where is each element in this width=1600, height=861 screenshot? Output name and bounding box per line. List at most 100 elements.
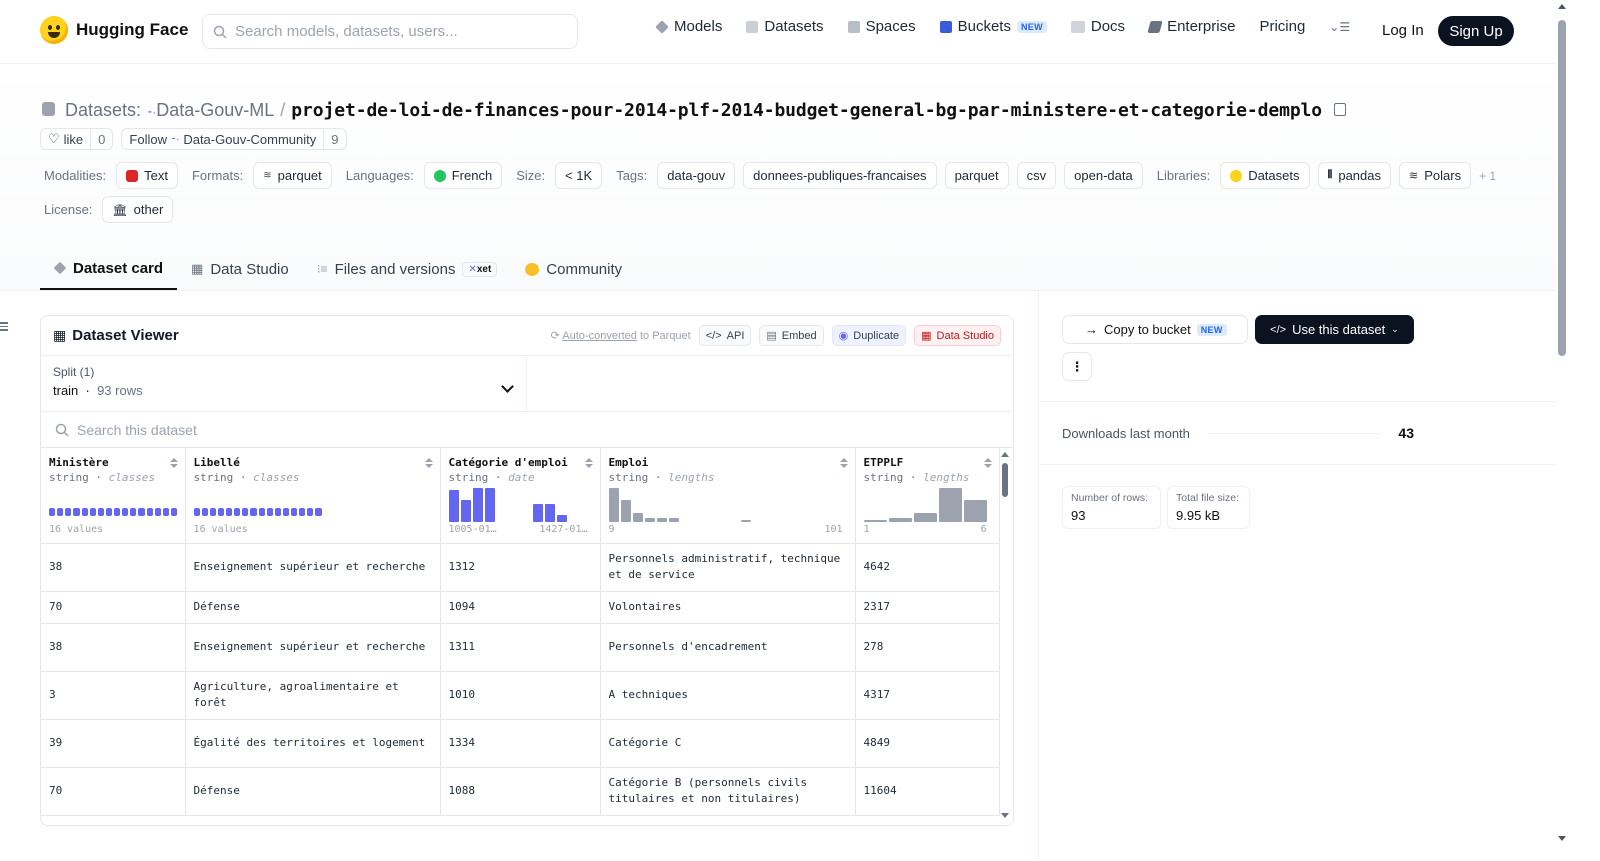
table-cell[interactable]: 1334	[440, 719, 601, 768]
table-cell[interactable]: 39	[41, 719, 186, 768]
global-search-input[interactable]	[235, 23, 555, 40]
table-row[interactable]: 70 Défense 1088 Catégorie B (personnels civ…	[41, 767, 1000, 816]
histogram-bin[interactable]	[448, 489, 459, 522]
license-chip[interactable]: 🏛 other	[102, 196, 174, 223]
histogram-bin[interactable]	[888, 518, 912, 522]
table-cell[interactable]: 38	[41, 623, 186, 672]
table-cell[interactable]: 1311	[440, 623, 601, 672]
scroll-thumb[interactable]	[1002, 463, 1008, 497]
split-selector[interactable]: Split (1) train · 93 rows	[41, 356, 527, 411]
class-segment[interactable]	[250, 508, 257, 516]
org-link[interactable]: ⁃·Data-Gouv-ML	[147, 100, 274, 121]
histogram-bin[interactable]	[556, 514, 567, 522]
class-segment[interactable]	[209, 508, 216, 516]
sort-icon[interactable]	[585, 458, 593, 468]
more-options-button[interactable]: ⋮	[1062, 352, 1092, 381]
class-segment[interactable]	[122, 508, 129, 516]
histogram-bin[interactable]	[472, 487, 483, 522]
class-segment[interactable]	[105, 508, 112, 516]
table-cell[interactable]: Défense	[185, 767, 441, 816]
class-segment[interactable]	[138, 508, 145, 516]
table-cell[interactable]: Personnels administratif, technique et d…	[600, 543, 856, 592]
size-chip[interactable]: < 1K	[555, 162, 603, 189]
histogram-bin[interactable]	[656, 517, 667, 522]
copy-to-bucket-button[interactable]: → Copy to bucket NEW	[1062, 315, 1248, 344]
embed-button[interactable]: ▤ Embed	[759, 325, 824, 346]
tab-data-studio[interactable]: ▦ Data Studio	[177, 248, 303, 290]
library-chip-polars[interactable]: ≋ Polars	[1399, 162, 1472, 189]
class-segment[interactable]	[97, 508, 104, 516]
histogram-bin[interactable]	[620, 500, 631, 522]
table-cell[interactable]: Volontaires	[600, 591, 856, 624]
table-cell[interactable]: 70	[41, 767, 186, 816]
tag-chip[interactable]: csv	[1016, 162, 1057, 189]
table-row[interactable]: 39 Égalité des territoires et logement 133…	[41, 719, 1000, 768]
home-logo-link[interactable]: Hugging Face	[40, 16, 188, 44]
data-studio-button[interactable]: ▦ Data Studio	[914, 325, 1001, 346]
format-chip[interactable]: ≋ parquet	[253, 162, 332, 189]
library-chip-datasets[interactable]: Datasets	[1220, 162, 1310, 189]
table-cell[interactable]: Personnels d'encadrement	[600, 623, 856, 672]
duplicate-button[interactable]: ◉ Duplicate	[831, 325, 907, 346]
login-link[interactable]: Log In	[1382, 22, 1424, 39]
class-segment[interactable]	[170, 508, 177, 516]
class-segment[interactable]	[162, 508, 169, 516]
class-segment[interactable]	[242, 508, 249, 516]
table-cell[interactable]: Catégorie C	[600, 719, 856, 768]
table-cell[interactable]: Enseignement supérieur et recherche	[185, 623, 441, 672]
class-distribution-bar[interactable]	[49, 508, 177, 516]
table-cell[interactable]: 4317	[855, 671, 1000, 720]
more-libraries-link[interactable]: + 1	[1479, 169, 1496, 183]
histogram-bin[interactable]	[608, 487, 619, 522]
nav-more-menu[interactable]: ⌄☰	[1329, 20, 1350, 34]
like-button[interactable]: ♡ like 0	[40, 128, 114, 150]
modality-chip[interactable]: Text	[116, 162, 178, 189]
tab-files-and-versions[interactable]: ⁝≡ Files and versions ✕xet	[303, 248, 512, 290]
sort-icon[interactable]	[170, 458, 178, 468]
table-cell[interactable]: Agriculture, agroalimentaire et forêt	[185, 671, 441, 720]
column-header[interactable]: Catégorie d'emploi string · date 1005-01… 1…	[440, 448, 601, 544]
column-header[interactable]: Emploi string · lengths 9 101	[600, 448, 856, 544]
tab-community[interactable]: Community	[511, 248, 636, 290]
auto-converted-link[interactable]: Auto-converted	[562, 330, 637, 342]
class-segment[interactable]	[282, 508, 289, 516]
nav-datasets[interactable]: Datasets	[746, 18, 824, 35]
class-segment[interactable]	[266, 508, 273, 516]
table-cell[interactable]: Égalité des territoires et logement	[185, 719, 441, 768]
histogram-bin[interactable]	[938, 487, 962, 522]
datasets-prefix[interactable]: Datasets:	[65, 100, 141, 121]
class-segment[interactable]	[234, 508, 241, 516]
table-cell[interactable]: 278	[855, 623, 1000, 672]
copy-icon[interactable]	[1334, 103, 1347, 116]
class-segment[interactable]	[217, 508, 224, 516]
scroll-thumb[interactable]	[1558, 20, 1566, 356]
class-segment[interactable]	[193, 508, 200, 516]
table-cell[interactable]: A techniques	[600, 671, 856, 720]
tag-chip[interactable]: donnees-publiques-francaises	[743, 162, 937, 189]
class-segment[interactable]	[201, 508, 208, 516]
nav-buckets[interactable]: Buckets NEW	[939, 18, 1047, 35]
class-distribution-bar[interactable]	[193, 508, 322, 516]
class-segment[interactable]	[65, 508, 72, 516]
table-row[interactable]: 38 Enseignement supérieur et recherche 131…	[41, 543, 1000, 592]
language-chip[interactable]: French	[423, 162, 503, 189]
class-segment[interactable]	[146, 508, 153, 516]
histogram-bin[interactable]	[632, 513, 643, 522]
viewer-scrollbar[interactable]	[1000, 452, 1010, 818]
table-cell[interactable]: 4642	[855, 543, 1000, 592]
page-scrollbar[interactable]	[1556, 0, 1568, 845]
signup-button[interactable]: Sign Up	[1438, 16, 1514, 46]
table-cell[interactable]: 38	[41, 543, 186, 592]
table-cell[interactable]: Enseignement supérieur et recherche	[185, 543, 441, 592]
histogram-bin[interactable]	[460, 500, 471, 522]
class-segment[interactable]	[226, 508, 233, 516]
sort-icon[interactable]	[840, 458, 848, 468]
class-segment[interactable]	[57, 508, 64, 516]
library-chip-pandas[interactable]: ⦀ pandas	[1317, 162, 1391, 189]
class-segment[interactable]	[315, 508, 322, 516]
use-this-dataset-button[interactable]: </> Use this dataset ⌄	[1255, 315, 1414, 344]
table-row[interactable]: 70 Défense 1094 Volontaires 2317	[41, 591, 1000, 624]
table-cell[interactable]: 1010	[440, 671, 601, 720]
table-cell[interactable]: Catégorie B (personnels civils titulaire…	[600, 767, 856, 816]
class-segment[interactable]	[114, 508, 121, 516]
